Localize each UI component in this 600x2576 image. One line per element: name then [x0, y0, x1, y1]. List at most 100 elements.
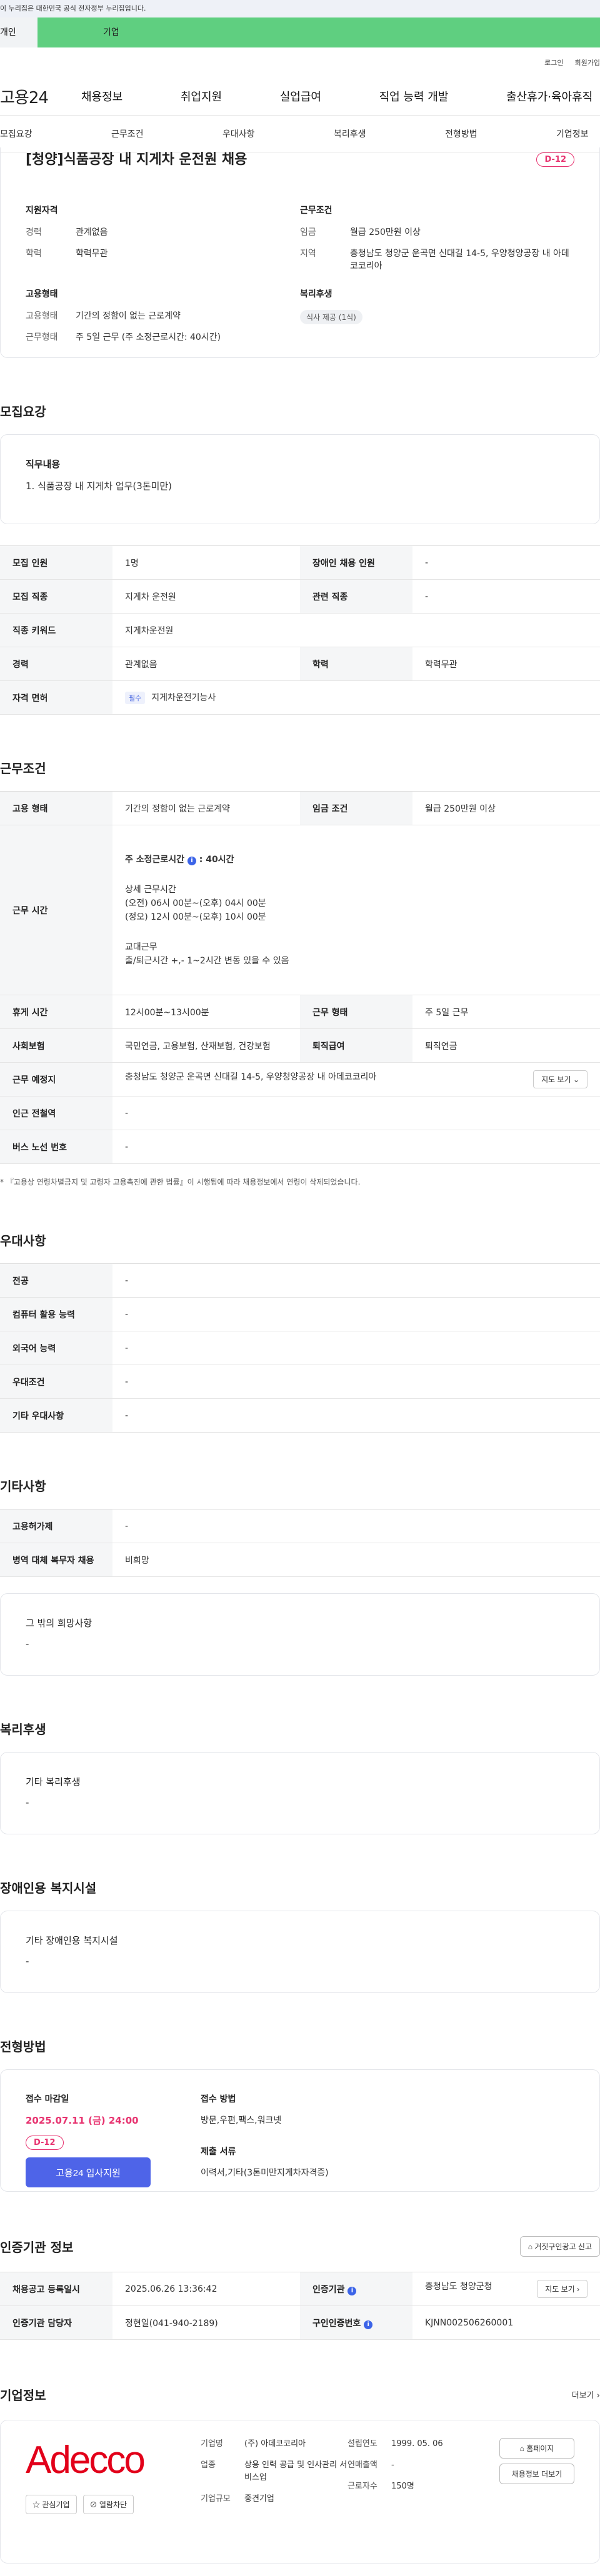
report-icon: ⌂ — [528, 2242, 532, 2251]
disability-box-heading: 기타 장애인용 복지시설 — [26, 1935, 118, 1946]
interest-company-button[interactable]: ☆ 관심기업 — [26, 2495, 77, 2514]
company-value: 150명 — [391, 2482, 414, 2491]
signup-link[interactable]: 회원가입 — [575, 57, 600, 67]
more-label: 더보기 — [571, 2390, 594, 2400]
cert-label: 구인인증번호 — [312, 2318, 361, 2329]
table-label: 사회보험 — [0, 1028, 112, 1063]
dday-badge: D-12 — [536, 152, 574, 167]
hours-detail-2: (정오) 12시 00분~(오후) 10시 00분 — [125, 912, 266, 922]
tab-company[interactable]: 기업 — [38, 17, 600, 47]
anchor-selection[interactable]: 전형방법 — [445, 127, 478, 140]
table-value: - — [412, 545, 600, 580]
company-value: 1999. 05. 06 — [391, 2439, 443, 2449]
conditions-heading: 근무조건 — [300, 206, 332, 216]
anchor-recruit[interactable]: 모집요강 — [0, 127, 32, 140]
disability-box: 기타 장애인용 복지시설 - — [0, 1911, 600, 1993]
company-jobs-button[interactable]: 채용정보 더보기 — [499, 2464, 574, 2484]
company-box: Adecco ☆ 관심기업 ⊘ 열람차단 기업명 (주) 아데코코리아 업종 상용 … — [0, 2420, 600, 2564]
table-value: - — [112, 1297, 600, 1331]
work-place-value: 충청남도 청양군 운곡면 신대길 14-5, 우양청양공장 내 아데코코리아 — [125, 1072, 377, 1082]
work-table: 고용 형태 기간의 정함이 없는 근로계약 임금 조건 월급 250만원 이상 … — [0, 791, 600, 1164]
false-ad-report-button[interactable]: ⌂ 거짓구인광고 신고 — [519, 2235, 600, 2257]
shift-value: 출/퇴근시간 +,- 1~2시간 변동 있을 수 있음 — [125, 955, 289, 966]
table-value: KJNN002506260001 — [412, 2305, 600, 2340]
user-type-tabs: 개인 기업 — [0, 17, 600, 47]
anchor-company[interactable]: 기업정보 — [556, 127, 600, 140]
job-title: [청양]식품공장 내 지게차 운전원 채용 — [26, 152, 248, 167]
chevron-down-icon: ⌄ — [572, 1075, 579, 1084]
gnb-item-unemployment-benefit[interactable]: 실업급여 — [280, 88, 321, 104]
summary-value: 기간의 정함이 없는 근로계약 — [76, 311, 181, 321]
method-value: 방문,우편,팩스,워크넷 — [201, 2116, 282, 2126]
table-row: 직종 키워드 지게차운전원 — [0, 613, 600, 647]
company-logo: Adecco — [26, 2439, 146, 2482]
hours-detail-1: (오전) 06시 00분~(오후) 04시 00분 — [125, 898, 266, 908]
site-logo[interactable]: 고용24 — [0, 85, 81, 108]
block-icon: ⊘ — [89, 2500, 98, 2509]
anchor-work[interactable]: 근무조건 — [111, 127, 144, 140]
table-value: 12시00분~13시00분 — [112, 995, 300, 1029]
block-view-button[interactable]: ⊘ 열람차단 — [82, 2495, 134, 2514]
welfare-box-value: - — [26, 1797, 29, 1808]
selection-section-title: 전형방법 — [0, 2039, 46, 2054]
company-section-title: 기업정보 — [0, 2387, 46, 2403]
company-more-link[interactable]: 더보기 › — [572, 2389, 600, 2400]
welfare-box: 기타 복리후생 - — [0, 1752, 600, 1834]
job-summary-card: [청양]식품공장 내 지게차 운전원 채용 D-12 지원자격 경력 관계없음 학… — [0, 147, 600, 358]
table-label: 학력 — [300, 647, 412, 681]
info-icon[interactable]: i — [348, 2286, 357, 2295]
company-label: 업종 — [201, 2460, 216, 2470]
table-label: 자격 면허 — [0, 680, 112, 715]
info-icon[interactable]: i — [187, 856, 196, 865]
table-row: 근무 예정지 충청남도 청양군 운곡면 신대길 14-5, 우양청양공장 내 아… — [0, 1062, 600, 1097]
table-value: - — [112, 1365, 600, 1399]
table-label: 고용허가제 — [0, 1509, 112, 1543]
company-label: 설립연도 — [348, 2439, 378, 2449]
gnb-item-skill-development[interactable]: 직업 능력 개발 — [379, 88, 449, 104]
table-label: 기타 우대사항 — [0, 1398, 112, 1433]
map-view-button[interactable]: 지도 보기 ⌄ — [533, 1070, 588, 1088]
table-row: 고용허가제 - — [0, 1509, 600, 1543]
table-value: 지게차 운전원 — [112, 579, 300, 614]
agency-map-button[interactable]: 지도 보기 › — [537, 2280, 588, 2298]
table-label: 근무 시간 — [0, 825, 112, 995]
table-value: - — [112, 1331, 600, 1365]
apply-button[interactable]: 고용24 입사지원 — [26, 2157, 151, 2187]
gnb-item-parental-leave[interactable]: 출산휴가·육아휴직 — [506, 88, 600, 104]
gnb-item-jobs[interactable]: 채용정보 — [81, 88, 122, 104]
chevron-right-icon: › — [577, 2285, 579, 2294]
other-wish-value: - — [26, 1638, 29, 1649]
company-label: 연매출액 — [348, 2460, 378, 2470]
table-row: 휴게 시간 12시00분~13시00분 근무 형태 주 5일 근무 — [0, 995, 600, 1029]
summary-label: 경력 — [26, 227, 42, 237]
table-label: 직종 키워드 — [0, 613, 112, 647]
login-link[interactable]: 로그인 — [544, 57, 563, 67]
table-value: 학력무관 — [412, 647, 600, 681]
map-view-label: 지도 보기 — [541, 1075, 571, 1084]
method-heading: 접수 방법 — [201, 2094, 236, 2104]
work-place-cell: 충청남도 청양군 운곡면 신대길 14-5, 우양청양공장 내 아데코코리아 지도… — [112, 1062, 600, 1097]
summary-label: 고용형태 — [26, 311, 58, 321]
company-value: - — [391, 2460, 394, 2470]
info-icon[interactable]: i — [364, 2320, 373, 2329]
anchor-welfare[interactable]: 복리후생 — [334, 127, 366, 140]
table-label: 인증기관 담당자 — [0, 2305, 112, 2340]
table-label: 외국어 능력 — [0, 1331, 112, 1365]
table-label: 관련 직종 — [300, 579, 412, 614]
table-label: 경력 — [0, 647, 112, 681]
summary-label: 지역 — [300, 249, 316, 259]
welfare-chip: 식사 제공 (1식) — [300, 310, 362, 324]
docs-heading: 제출 서류 — [201, 2147, 236, 2157]
homepage-button[interactable]: ⌂ 홈페이지 — [499, 2438, 574, 2459]
table-row: 인증기관 담당자 정현일(041-940-2189) 구인인증번호 i KJNN… — [0, 2305, 600, 2340]
anchor-prefer[interactable]: 우대사항 — [222, 127, 255, 140]
required-chip: 필수 — [125, 692, 146, 704]
table-row: 인근 전철역 - — [0, 1096, 600, 1130]
tab-personal[interactable]: 개인 — [0, 17, 38, 47]
gnb-item-employment-support[interactable]: 취업지원 — [181, 88, 222, 104]
shift-heading: 교대근무 — [125, 942, 158, 952]
docs-value: 이력서,기타(3톤미만지게차자격증) — [201, 2168, 329, 2178]
table-label: 고용 형태 — [0, 791, 112, 825]
recruit-section-title: 모집요강 — [0, 404, 46, 419]
work-section-title: 근무조건 — [0, 761, 46, 776]
